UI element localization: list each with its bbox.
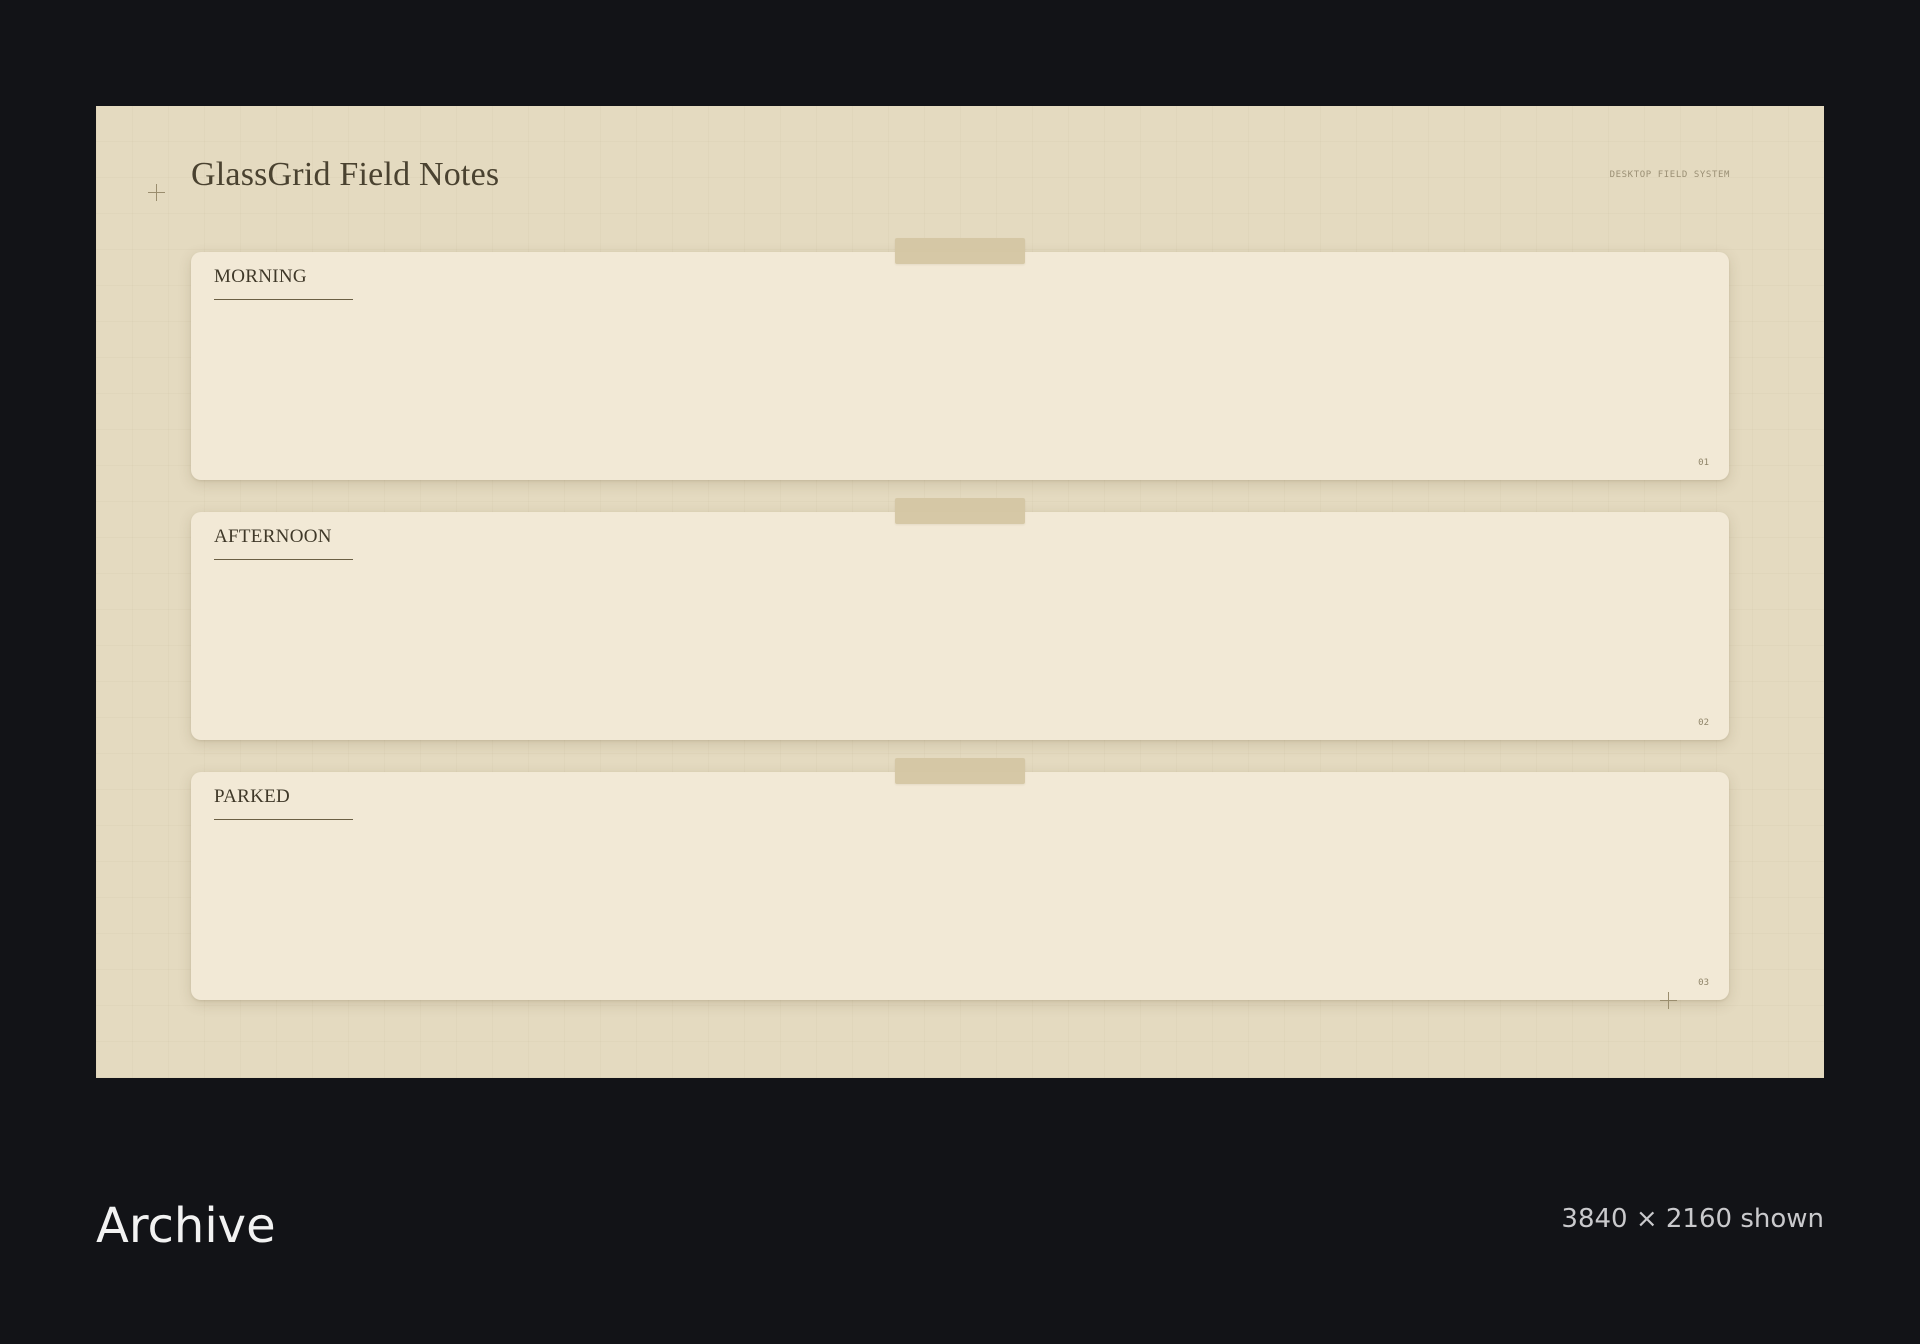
card-title-underline <box>214 299 353 300</box>
tape-strip <box>895 498 1025 524</box>
system-label: DESKTOP FIELD SYSTEM <box>1609 170 1730 180</box>
card-title: MORNING <box>214 266 307 287</box>
card-title: PARKED <box>214 786 291 807</box>
crosshair-top-left-icon <box>148 184 165 201</box>
card-title-underline <box>214 559 353 560</box>
field-notes-canvas: GlassGrid Field Notes DESKTOP FIELD SYST… <box>96 106 1824 1078</box>
note-card-parked[interactable]: PARKED 03 <box>191 758 1729 1000</box>
tape-strip <box>895 238 1025 264</box>
card-number: 01 <box>1698 458 1709 468</box>
resolution-label: 3840 × 2160 shown <box>1561 1204 1824 1234</box>
card-title: AFTERNOON <box>214 526 332 547</box>
app-title: GlassGrid Field Notes <box>191 156 500 193</box>
crosshair-bottom-right-icon <box>1660 992 1677 1009</box>
archive-label: Archive <box>96 1198 276 1254</box>
card-number: 02 <box>1698 718 1709 728</box>
card-number: 03 <box>1698 978 1709 988</box>
stage: GlassGrid Field Notes DESKTOP FIELD SYST… <box>0 0 1920 1344</box>
tape-strip <box>895 758 1025 784</box>
note-card-afternoon[interactable]: AFTERNOON 02 <box>191 498 1729 740</box>
note-card-morning[interactable]: MORNING 01 <box>191 238 1729 480</box>
card-title-underline <box>214 819 353 820</box>
